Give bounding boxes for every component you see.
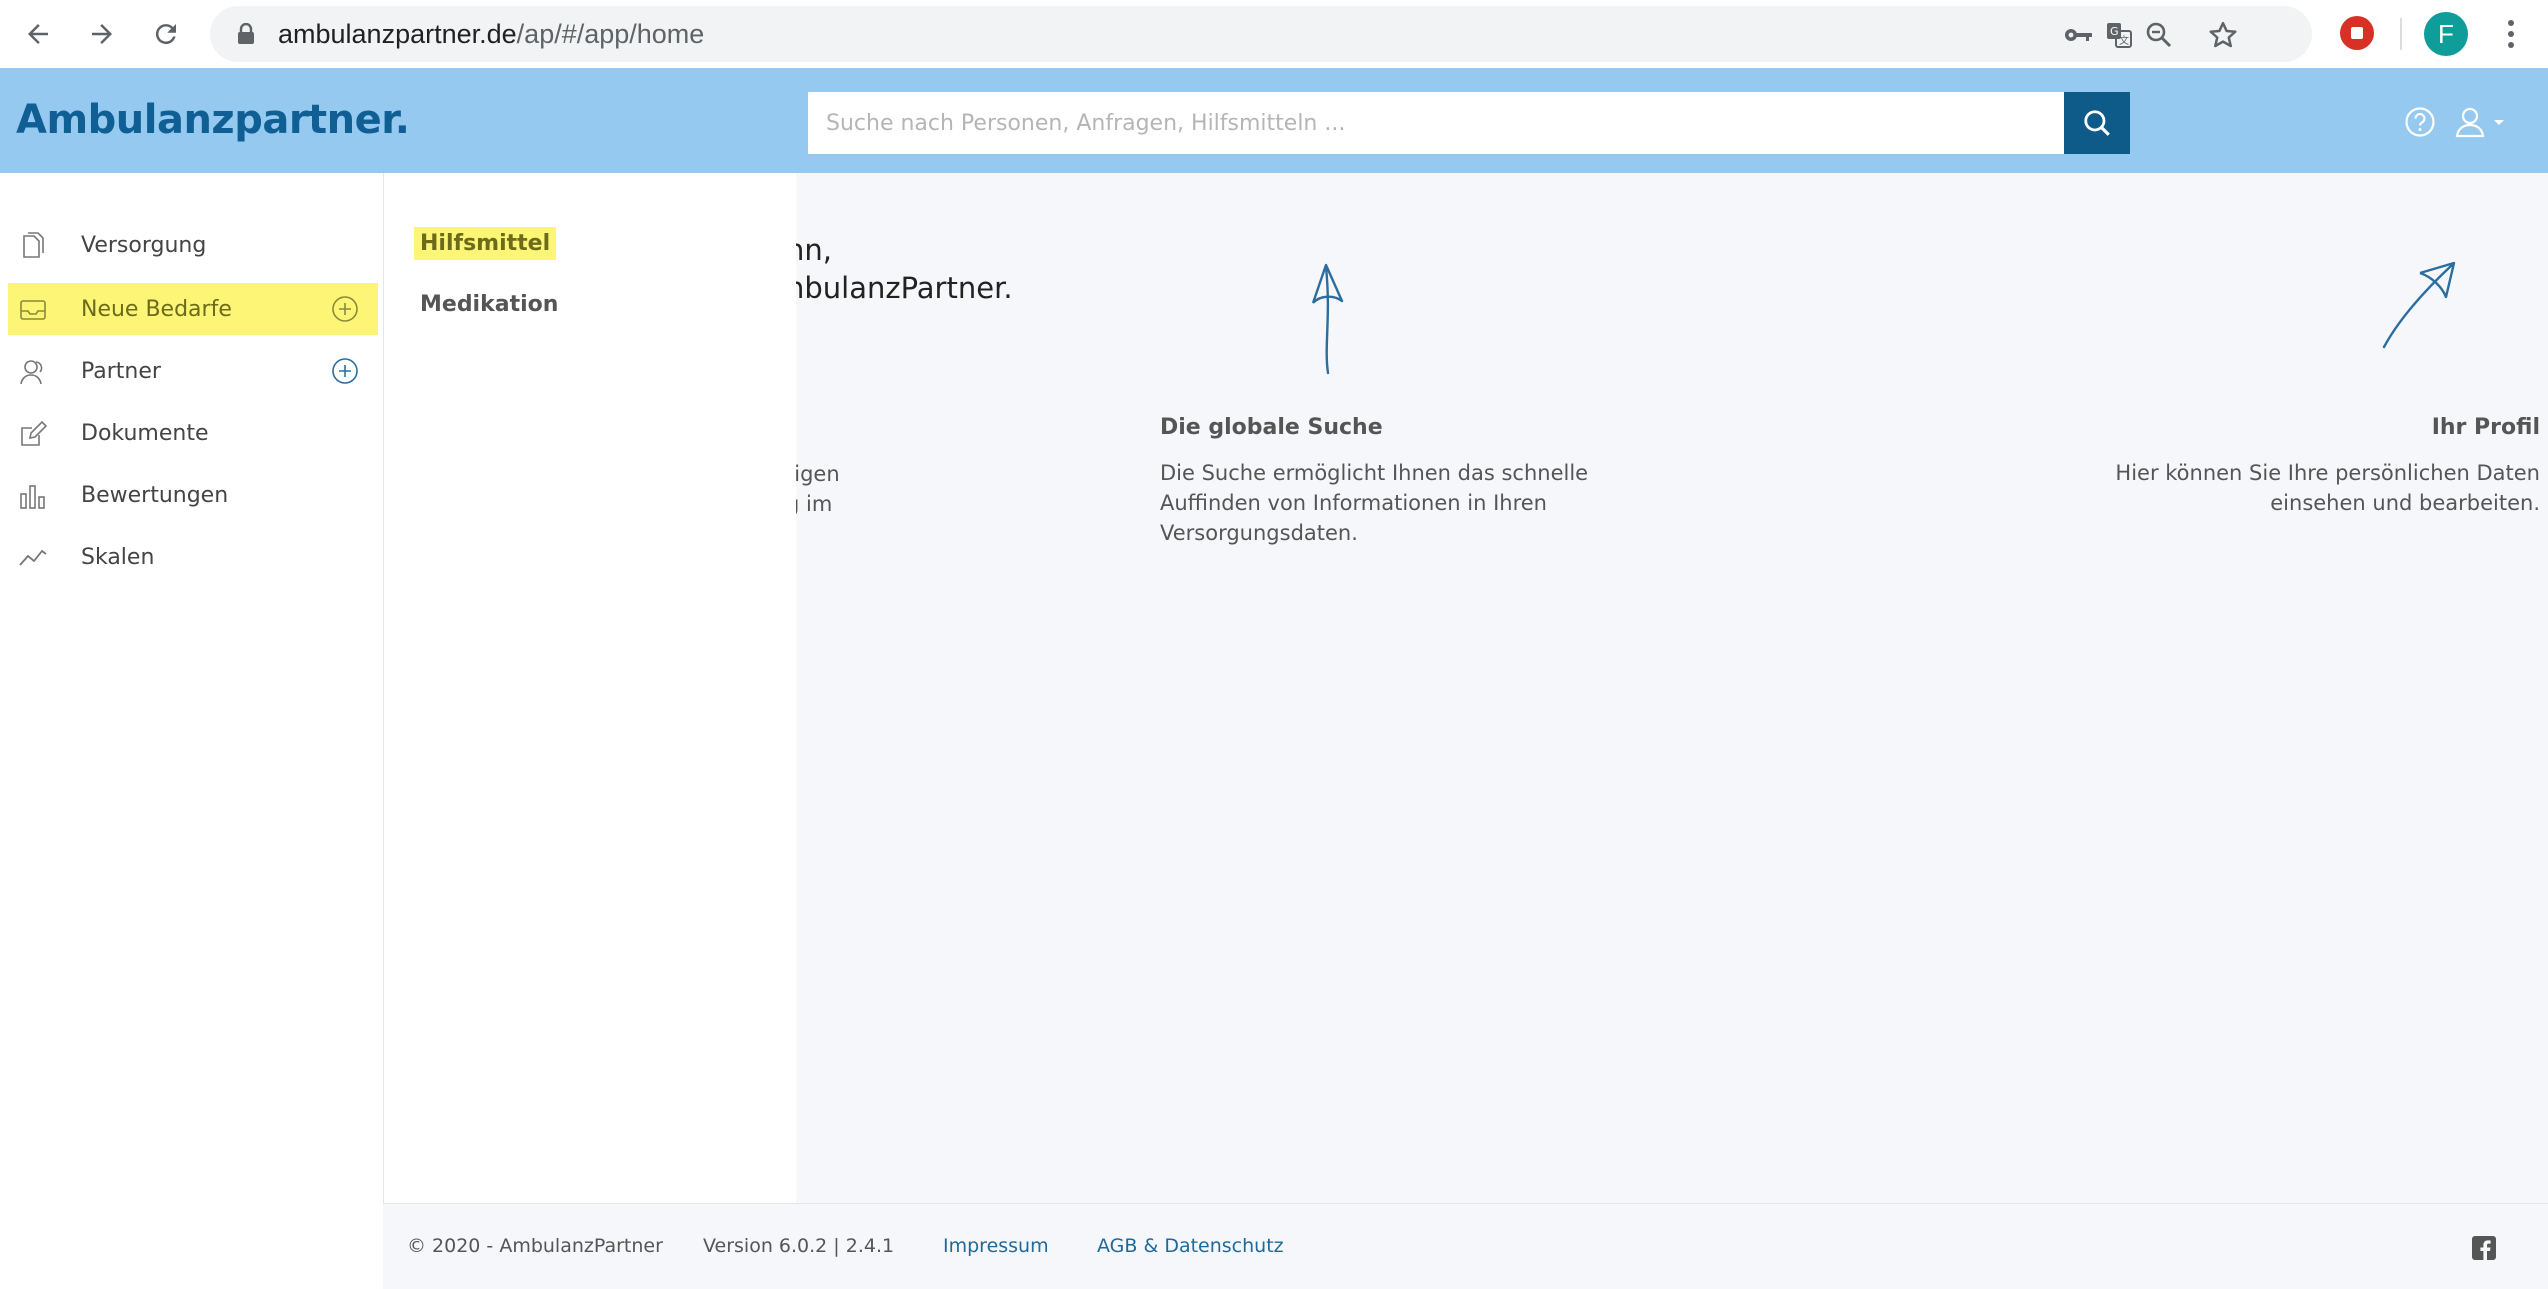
url-text: ambulanzpartner.de/ap/#/app/home (278, 19, 705, 49)
sidebar-item-label: Partner (81, 358, 161, 384)
browser-menu-icon[interactable] (2496, 14, 2526, 54)
sidebar-item-bewertungen[interactable]: Bewertungen (8, 469, 378, 521)
sidebar-item-dokumente[interactable]: Dokumente (8, 407, 378, 459)
submenu-item-medikation[interactable]: Medikation (414, 288, 564, 321)
welcome-text: nn, nbulanzPartner. (796, 233, 1013, 305)
footer-copyright: © 2020 - AmbulanzPartner (407, 1235, 663, 1257)
app-header: Ambulanzpartner. (0, 68, 2548, 173)
sidebar: Versorgung Neue Bedarfe Partner Dokument… (0, 173, 383, 1288)
add-partner-icon[interactable] (330, 356, 360, 386)
sidebar-item-label: Dokumente (81, 420, 209, 446)
key-icon[interactable] (2064, 20, 2094, 50)
reload-icon[interactable] (144, 12, 188, 56)
sidebar-item-label: Versorgung (81, 232, 207, 258)
add-bedarf-icon[interactable] (330, 294, 360, 324)
search-input[interactable] (808, 92, 2064, 154)
users-icon (18, 357, 48, 387)
browser-toolbar: ambulanzpartner.de/ap/#/app/home G文 F (0, 0, 2548, 68)
line-chart-icon (18, 543, 48, 573)
global-search (808, 92, 2130, 154)
footer-agb-link[interactable]: AGB & Datenschutz (1097, 1204, 1284, 1289)
profile-avatar[interactable]: F (2424, 12, 2468, 56)
sidebar-item-versorgung[interactable]: Versorgung (8, 219, 378, 271)
footer-version: Version 6.0.2 | 2.4.1 (703, 1235, 895, 1257)
svg-text:文: 文 (2119, 34, 2129, 47)
sidebar-item-label: Neue Bedarfe (81, 296, 232, 322)
toolbar-divider (2400, 18, 2402, 50)
svg-text:G: G (2110, 25, 2119, 38)
brand-logo[interactable]: Ambulanzpartner. (16, 68, 410, 173)
address-bar[interactable]: ambulanzpartner.de/ap/#/app/home G文 (210, 6, 2312, 62)
search-hint-title: Die globale Suche (1160, 415, 1383, 440)
search-icon (2084, 110, 2110, 136)
bookmark-star-icon[interactable] (2208, 20, 2238, 50)
sidebar-item-skalen[interactable]: Skalen (8, 531, 378, 583)
search-hint-text: Die Suche ermöglicht Ihnen das schnelle … (1160, 461, 1589, 545)
bar-chart-icon (18, 481, 48, 511)
user-menu-icon[interactable] (2454, 104, 2514, 140)
back-icon[interactable] (16, 12, 60, 56)
edit-icon (18, 419, 48, 449)
extension-stop-icon[interactable] (2340, 16, 2374, 50)
arrow-up-icon (1311, 263, 1344, 375)
sidebar-item-neue-bedarfe[interactable]: Neue Bedarfe (8, 283, 378, 335)
lock-icon (232, 20, 260, 48)
facebook-icon[interactable] (2472, 1236, 2496, 1260)
help-icon[interactable] (2402, 104, 2438, 140)
forward-icon[interactable] (80, 12, 124, 56)
submenu-flyout: Hilfsmittel Medikation (383, 173, 797, 1203)
partial-hint-text: tigen g im (796, 462, 840, 516)
arrow-up-right-icon (2382, 261, 2456, 349)
sidebar-item-label: Skalen (81, 544, 155, 570)
sidebar-item-partner[interactable]: Partner (8, 345, 378, 397)
profile-hint-text: Hier können Sie Ihre persönlichen Daten … (2115, 461, 2540, 515)
sidebar-item-label: Bewertungen (81, 482, 229, 508)
footer-impressum-link[interactable]: Impressum (943, 1204, 1049, 1289)
footer: © 2020 - AmbulanzPartner Version 6.0.2 |… (383, 1203, 2548, 1289)
inbox-icon (18, 295, 48, 325)
submenu-item-hilfsmittel[interactable]: Hilfsmittel (414, 227, 557, 260)
search-button[interactable] (2064, 92, 2130, 154)
main-content: nn, nbulanzPartner. tigen g im Die globa… (796, 173, 2548, 1203)
zoom-icon[interactable] (2144, 20, 2174, 50)
documents-icon (18, 231, 48, 261)
translate-icon[interactable]: G文 (2104, 20, 2134, 50)
profile-hint-title: Ihr Profil (2431, 415, 2540, 440)
